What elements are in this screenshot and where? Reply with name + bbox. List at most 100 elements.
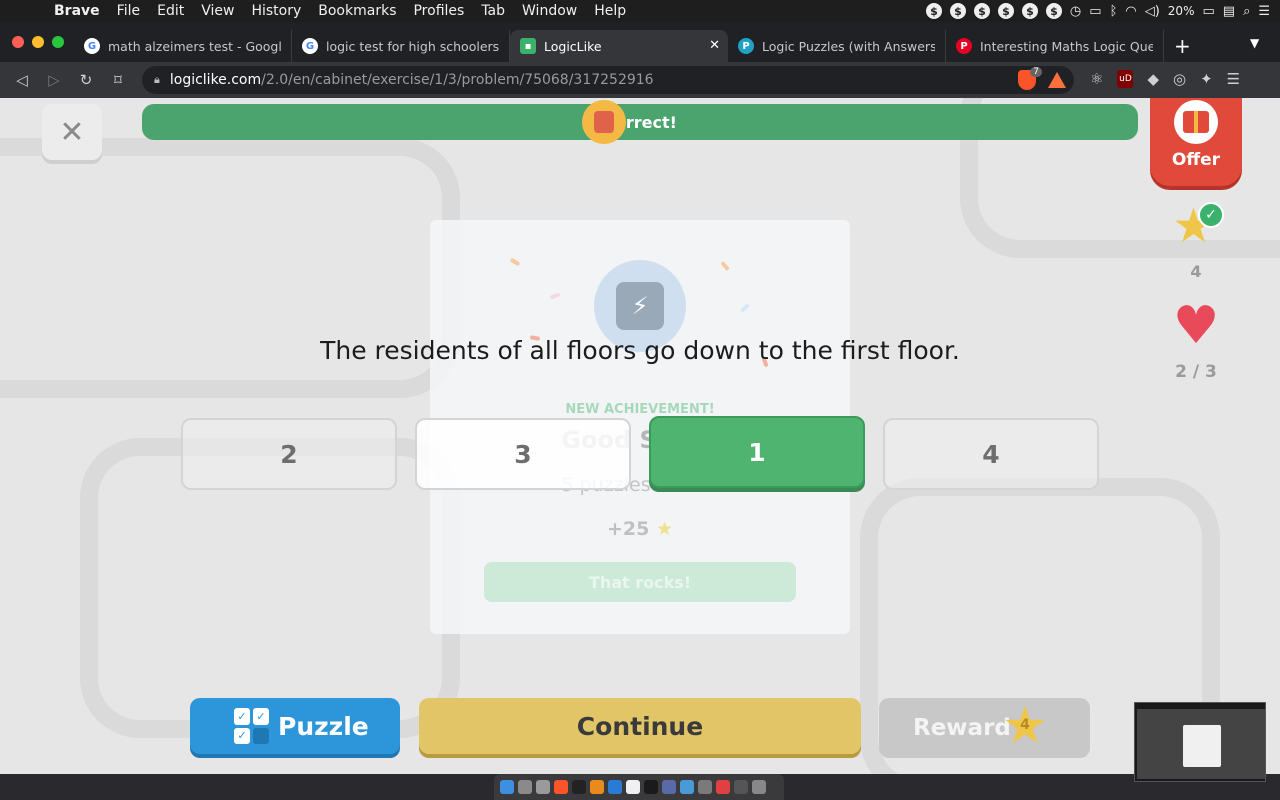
vscode-icon[interactable] [608,780,622,794]
dollar-icon[interactable]: $ [1021,3,1038,19]
folder-icon[interactable] [698,780,712,794]
correct-feedback-bar: Correct! [142,104,1138,140]
tab-pinterest[interactable]: P Interesting Maths Logic Questio [946,30,1164,62]
menu-edit[interactable]: Edit [157,3,184,19]
zoom-window-button[interactable] [52,36,64,48]
continue-label: Continue [576,711,704,741]
stars-badge: ★ ✓ [1172,202,1224,252]
address-bar-actions: 7 [1018,67,1066,90]
ublock-icon[interactable]: uD [1117,70,1134,88]
close-tab-icon[interactable]: ✕ [709,38,720,53]
dollar-icon[interactable]: $ [997,3,1014,19]
tab-logic-test[interactable]: G logic test for high schoolers fun [292,30,510,62]
sublime-icon[interactable] [590,780,604,794]
answer-option-4[interactable]: 4 [883,418,1099,490]
that-rocks-button[interactable]: That rocks! [484,562,796,602]
screenshot-icon[interactable] [734,780,748,794]
flag-icon[interactable]: ▤ [1223,4,1235,19]
preview-icon[interactable] [680,780,694,794]
react-devtools-icon[interactable]: ⚛ [1090,70,1103,88]
new-tab-button[interactable]: + [1174,34,1191,58]
offer-label: Offer [1171,150,1221,170]
reload-icon[interactable]: ↻ [70,71,102,89]
airplay-icon[interactable]: ▭ [1089,4,1101,19]
menu-window[interactable]: Window [522,3,577,19]
tab-logic-puzzles[interactable]: P Logic Puzzles (with Answers)— [728,30,946,62]
address-bar[interactable]: 🔒︎ logiclike.com /2.0/en/cabinet/exercis… [142,66,1074,94]
confetti [739,303,751,313]
puzzle-button[interactable]: ✓ ✓ ✓ Puzzle [190,698,400,754]
activity-monitor-icon[interactable] [644,780,658,794]
google-icon: G [84,38,100,54]
pinterest-icon: P [956,38,972,54]
minimize-window-button[interactable] [32,36,44,48]
logiclike-page: ✕ Correct! Offer ★ ✓ 4 ♥ 2 / 3 ⚡ NEW ACH… [0,98,1280,774]
notes-icon[interactable] [626,780,640,794]
url-host: logiclike.com [169,72,262,88]
battery-percent[interactable]: 20% [1168,4,1195,18]
trash-icon[interactable] [752,780,766,794]
close-window-button[interactable] [12,36,24,48]
time-machine-icon[interactable]: ◷ [1070,4,1081,19]
check-icon: ✓ [1198,202,1224,228]
finder-icon[interactable] [500,780,514,794]
menu-help[interactable]: Help [594,3,626,19]
settings-icon[interactable] [536,780,550,794]
star-icon: ★ [655,518,674,540]
dollar-icon[interactable]: $ [925,3,942,19]
tab-logiclike[interactable]: ▪ LogicLike ✕ [510,30,728,62]
answer-option-1-correct[interactable]: 1 [649,416,865,488]
wifi-icon[interactable]: ◠ [1125,4,1136,19]
bookmark-icon[interactable]: ⌑ [102,71,134,89]
p-icon: P [738,38,754,54]
extensions-area: ⚛ uD ◆ ◎ ✦ ☰ [1090,70,1240,88]
brave-shields-icon[interactable]: 7 [1018,67,1042,90]
reward-button[interactable]: Reward ★ 4 [879,698,1090,758]
close-exercise-button[interactable]: ✕ [42,104,102,160]
continue-button[interactable]: Continue [419,698,861,754]
menu-history[interactable]: History [251,3,301,19]
terminal-icon[interactable] [572,780,586,794]
menu-view[interactable]: View [201,3,234,19]
forward-icon[interactable]: ▷ [38,71,70,89]
battery-icon[interactable]: ▭ [1202,4,1214,19]
url-path: /2.0/en/cabinet/exercise/1/3/problem/750… [261,72,654,88]
answer-option-2[interactable]: 2 [181,418,397,490]
target-extension-icon[interactable]: ◎ [1173,70,1186,88]
gift-icon [1174,100,1218,144]
spotlight-search-icon[interactable]: ⌕ [1243,4,1250,19]
tab-math-alzeimers[interactable]: G math alzeimers test - Google Se [74,30,292,62]
menu-app-name[interactable]: Brave [54,3,100,19]
question-text: The residents of all floors go down to t… [320,336,960,365]
stars-count: 4 [1190,262,1202,281]
menu-file[interactable]: File [117,3,140,19]
screenshot-thumbnail[interactable] [1134,702,1266,782]
menu-tab[interactable]: Tab [481,3,505,19]
volume-icon[interactable]: ◁) [1145,4,1160,19]
menu-profiles[interactable]: Profiles [413,3,464,19]
launchpad-icon[interactable] [518,780,532,794]
brave-rewards-icon[interactable] [1048,72,1066,88]
brave-icon[interactable] [554,780,568,794]
lock-icon[interactable]: 🔒︎ [154,73,160,87]
puzzle-label: Puzzle [278,711,369,741]
back-icon[interactable]: ◁ [6,71,38,89]
tab-search-icon[interactable]: ▼ [1250,36,1259,50]
extensions-puzzle-icon[interactable]: ✦ [1200,70,1213,88]
browser-menu-icon[interactable]: ☰ [1227,70,1240,88]
discord-icon[interactable] [662,780,676,794]
dollar-icon[interactable]: $ [973,3,990,19]
lives-counter: 2 / 3 [1175,362,1217,382]
tab-title: logic test for high schoolers fun [326,38,499,54]
dollar-icon[interactable]: $ [949,3,966,19]
reward-count: 4 [1020,717,1030,733]
diamond-extension-icon[interactable]: ◆ [1147,70,1159,88]
control-center-icon[interactable]: ☰ [1258,4,1270,19]
dollar-icon[interactable]: $ [1045,3,1062,19]
bluetooth-icon[interactable]: ᛒ [1110,4,1118,19]
confetti [549,292,561,300]
answer-option-3[interactable]: 3 [415,418,631,490]
points-value: +25 [606,518,650,540]
pdf-icon[interactable] [716,780,730,794]
menu-bookmarks[interactable]: Bookmarks [318,3,396,19]
